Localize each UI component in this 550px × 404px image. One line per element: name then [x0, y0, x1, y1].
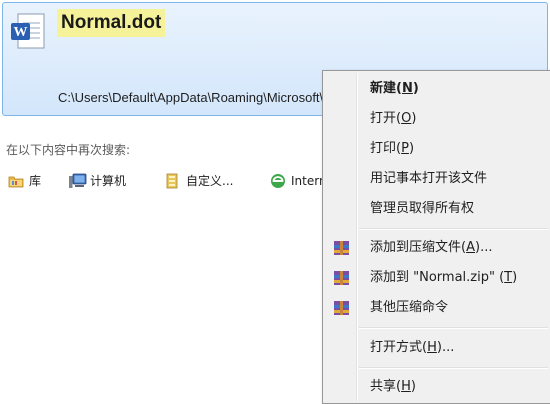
computer-icon	[69, 173, 87, 188]
menu-item-open-with[interactable]: 打开方式(H)...	[325, 336, 549, 360]
svg-text:W: W	[14, 25, 28, 40]
menu-item-print[interactable]: 打印(P)	[325, 137, 549, 161]
library-icon	[8, 176, 24, 188]
internet-icon	[271, 174, 285, 188]
menu-item-add-to-normal-zip[interactable]: 添加到 "Normal.zip" (T)	[325, 266, 549, 290]
file-path: C:\Users\Default\AppData\Roaming\Microso…	[58, 90, 328, 105]
menu-separator	[359, 367, 548, 369]
menu-item-other-compress-commands[interactable]: 其他压缩命令	[325, 296, 549, 320]
menu-item-new[interactable]: 新建(N)	[325, 77, 549, 101]
menu-item-add-to-archive[interactable]: 添加到压缩文件(A)...	[325, 236, 549, 260]
menu-separator	[359, 327, 548, 329]
menu-item-take-ownership[interactable]: 管理员取得所有权	[325, 197, 549, 221]
menu-separator	[359, 228, 548, 230]
menu-item-share[interactable]: 共享(H)	[325, 375, 549, 399]
file-name: Normal.dot	[57, 9, 166, 37]
context-menu: 新建(N) 打开(O) 打印(P) 用记事本打开该文件 管理员取得所有权 添加到…	[322, 70, 550, 404]
custom-folder-icon	[166, 173, 178, 189]
search-again-label: 在以下内容中再次搜索:	[6, 143, 131, 157]
search-locations: 库 计算机 自定义... Internet	[0, 171, 322, 191]
menu-item-open-with-notepad[interactable]: 用记事本打开该文件	[325, 167, 549, 191]
menu-item-open[interactable]: 打开(O)	[325, 107, 549, 131]
winrar-archive-icon	[334, 301, 349, 315]
word-document-icon: W	[11, 13, 45, 49]
winrar-archive-icon	[334, 271, 349, 285]
winrar-archive-icon	[334, 241, 349, 255]
